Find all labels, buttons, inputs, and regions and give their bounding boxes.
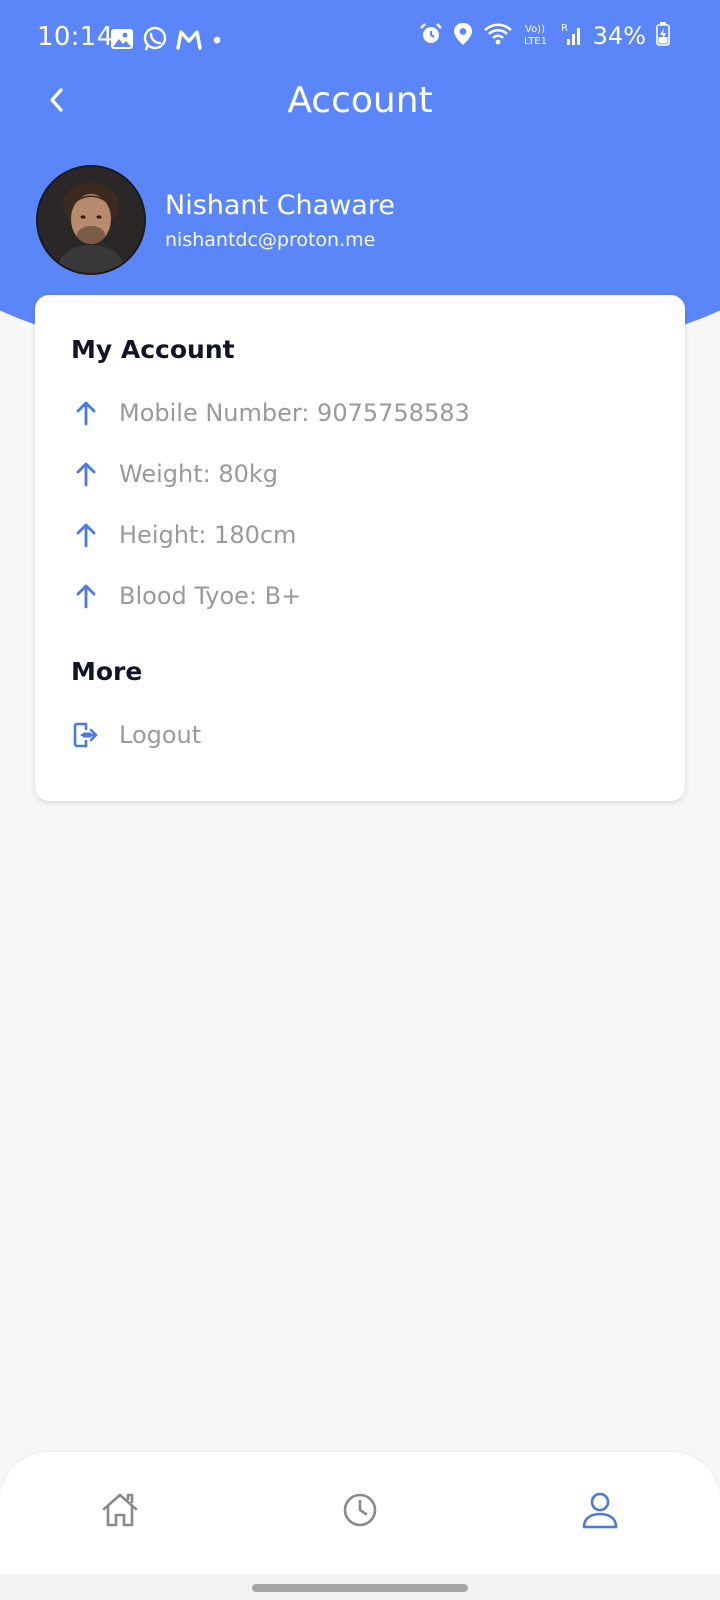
nav-home-button[interactable] [90, 1482, 150, 1542]
notification-icons [110, 26, 224, 56]
dot-icon [210, 32, 224, 51]
gesture-handle[interactable] [252, 1584, 468, 1592]
profile-email: nishantdc@proton.me [165, 229, 376, 251]
profile-name: Nishant Chaware [165, 190, 395, 221]
account-item-label: Mobile Number: 9075758583 [119, 399, 470, 427]
logout-button[interactable]: Logout [71, 713, 651, 757]
nav-account-button[interactable] [570, 1482, 630, 1542]
user-icon [580, 1490, 620, 1534]
svg-text:R: R [561, 23, 568, 34]
account-item-label: Height: 180cm [119, 521, 297, 549]
wifi-icon [483, 22, 513, 50]
signal-icon: R [561, 22, 583, 50]
alarm-icon [419, 22, 443, 50]
page-title: Account [287, 80, 433, 121]
status-time: 10:14 [37, 22, 114, 52]
account-screen: 10:14 Vo)) LTE1 R 34% Account Nishant Ch… [0, 0, 720, 1600]
account-item-height[interactable]: Height: 180cm [71, 513, 651, 557]
arrow-up-icon [71, 459, 101, 489]
svg-text:Vo)): Vo)) [525, 24, 545, 35]
svg-text:LTE1: LTE1 [524, 36, 547, 46]
whatsapp-icon [142, 26, 168, 56]
status-bar: 10:14 Vo)) LTE1 R 34% [0, 0, 720, 80]
my-account-heading: My Account [71, 335, 235, 364]
account-item-label: Blood Tyoe: B+ [119, 582, 302, 610]
nav-history-button[interactable] [330, 1482, 390, 1542]
arrow-up-icon [71, 520, 101, 550]
system-icons: Vo)) LTE1 R 34% [419, 22, 670, 50]
bottom-nav [0, 1452, 720, 1574]
battery-icon [656, 22, 670, 50]
gallery-icon [110, 28, 134, 54]
volte-icon: Vo)) LTE1 [523, 22, 551, 50]
gmail-icon [176, 28, 202, 54]
account-item-label: Weight: 80kg [119, 460, 278, 488]
avatar [36, 165, 146, 275]
account-item-blood-type[interactable]: Blood Tyoe: B+ [71, 574, 651, 618]
home-icon [100, 1490, 140, 1534]
arrow-up-icon [71, 398, 101, 428]
account-card: My Account Mobile Number: 9075758583 Wei… [35, 295, 685, 801]
account-item-weight[interactable]: Weight: 80kg [71, 452, 651, 496]
account-item-mobile[interactable]: Mobile Number: 9075758583 [71, 391, 651, 435]
more-heading: More [71, 657, 143, 686]
clock-icon [341, 1491, 379, 1533]
logout-icon [71, 720, 101, 750]
arrow-up-icon [71, 581, 101, 611]
location-icon [453, 22, 473, 50]
battery-percent: 34% [592, 22, 646, 50]
logout-label: Logout [119, 721, 202, 749]
